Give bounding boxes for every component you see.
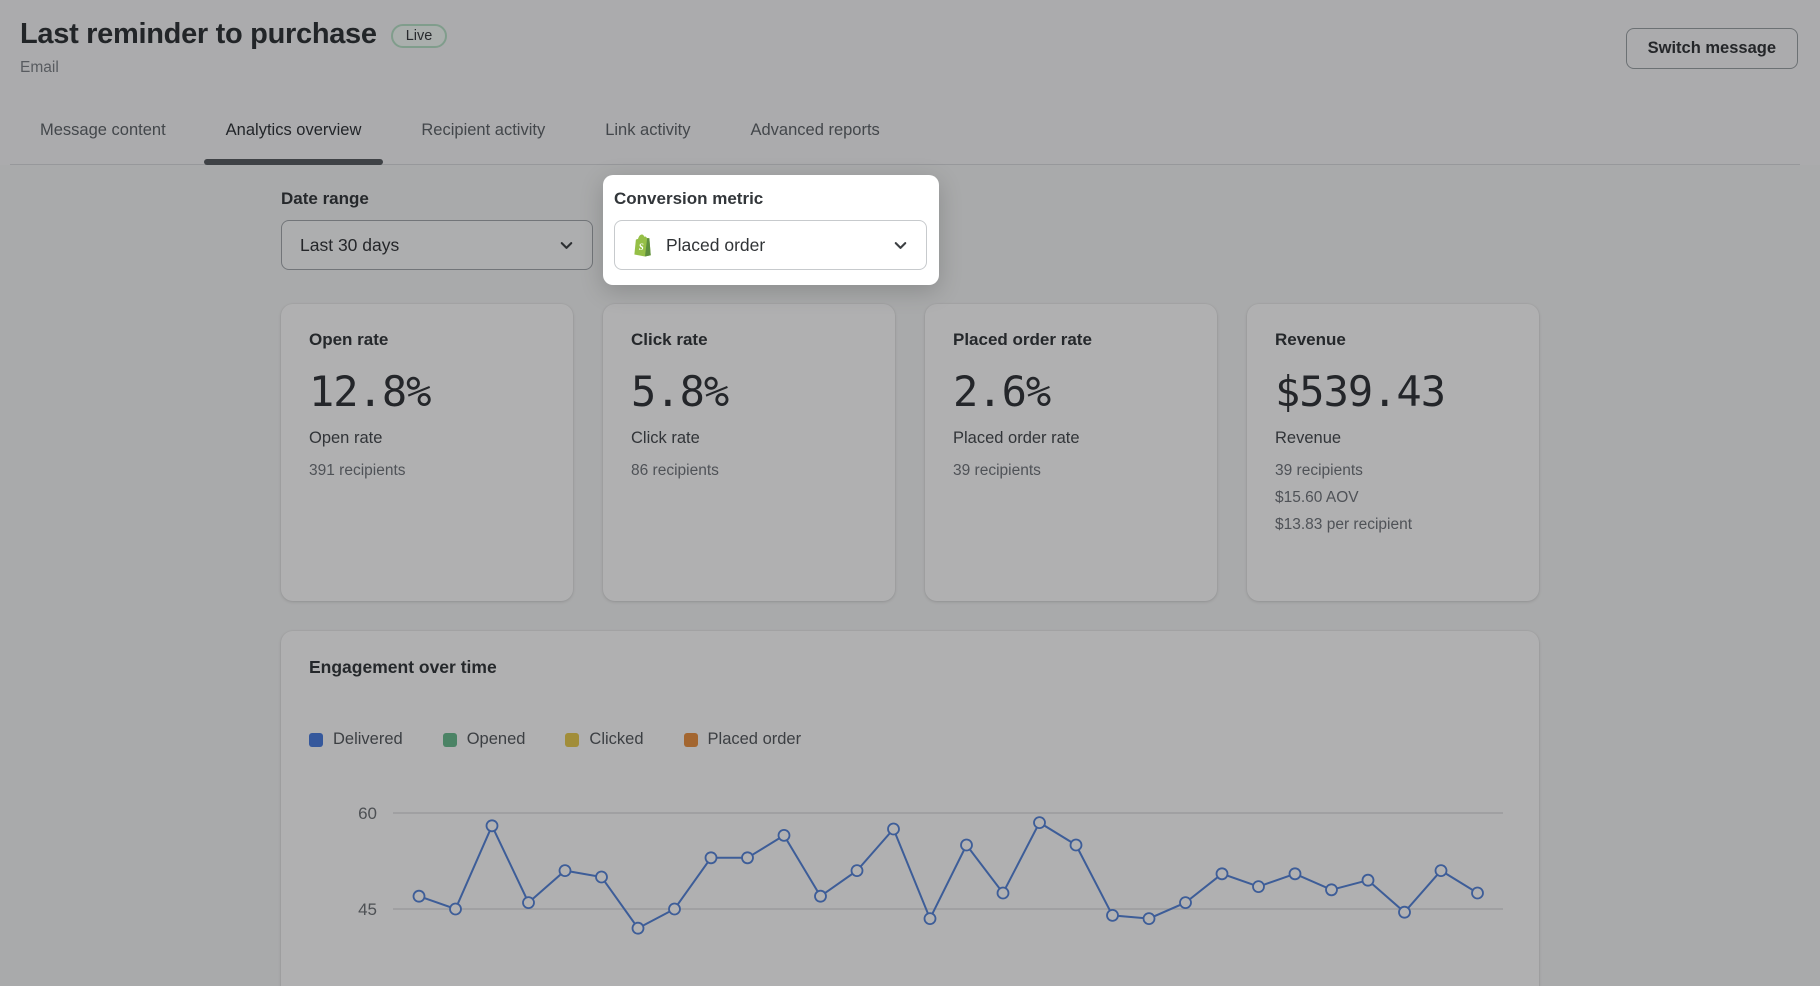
conversion-metric-select[interactable]: S Placed order <box>614 220 927 270</box>
conversion-metric-selection: S Placed order <box>633 234 765 257</box>
chevron-down-icon <box>891 236 910 255</box>
app-window: Last reminder to purchase Live Email Swi… <box>0 0 1820 986</box>
tutorial-dim-overlay <box>0 0 1820 986</box>
conversion-metric-spotlight: Conversion metric S Placed order <box>603 175 939 285</box>
conversion-metric-label: Conversion metric <box>614 189 764 208</box>
conversion-metric-value: Placed order <box>666 234 766 255</box>
shopify-bag-icon: S <box>633 234 654 257</box>
svg-text:S: S <box>639 241 644 251</box>
